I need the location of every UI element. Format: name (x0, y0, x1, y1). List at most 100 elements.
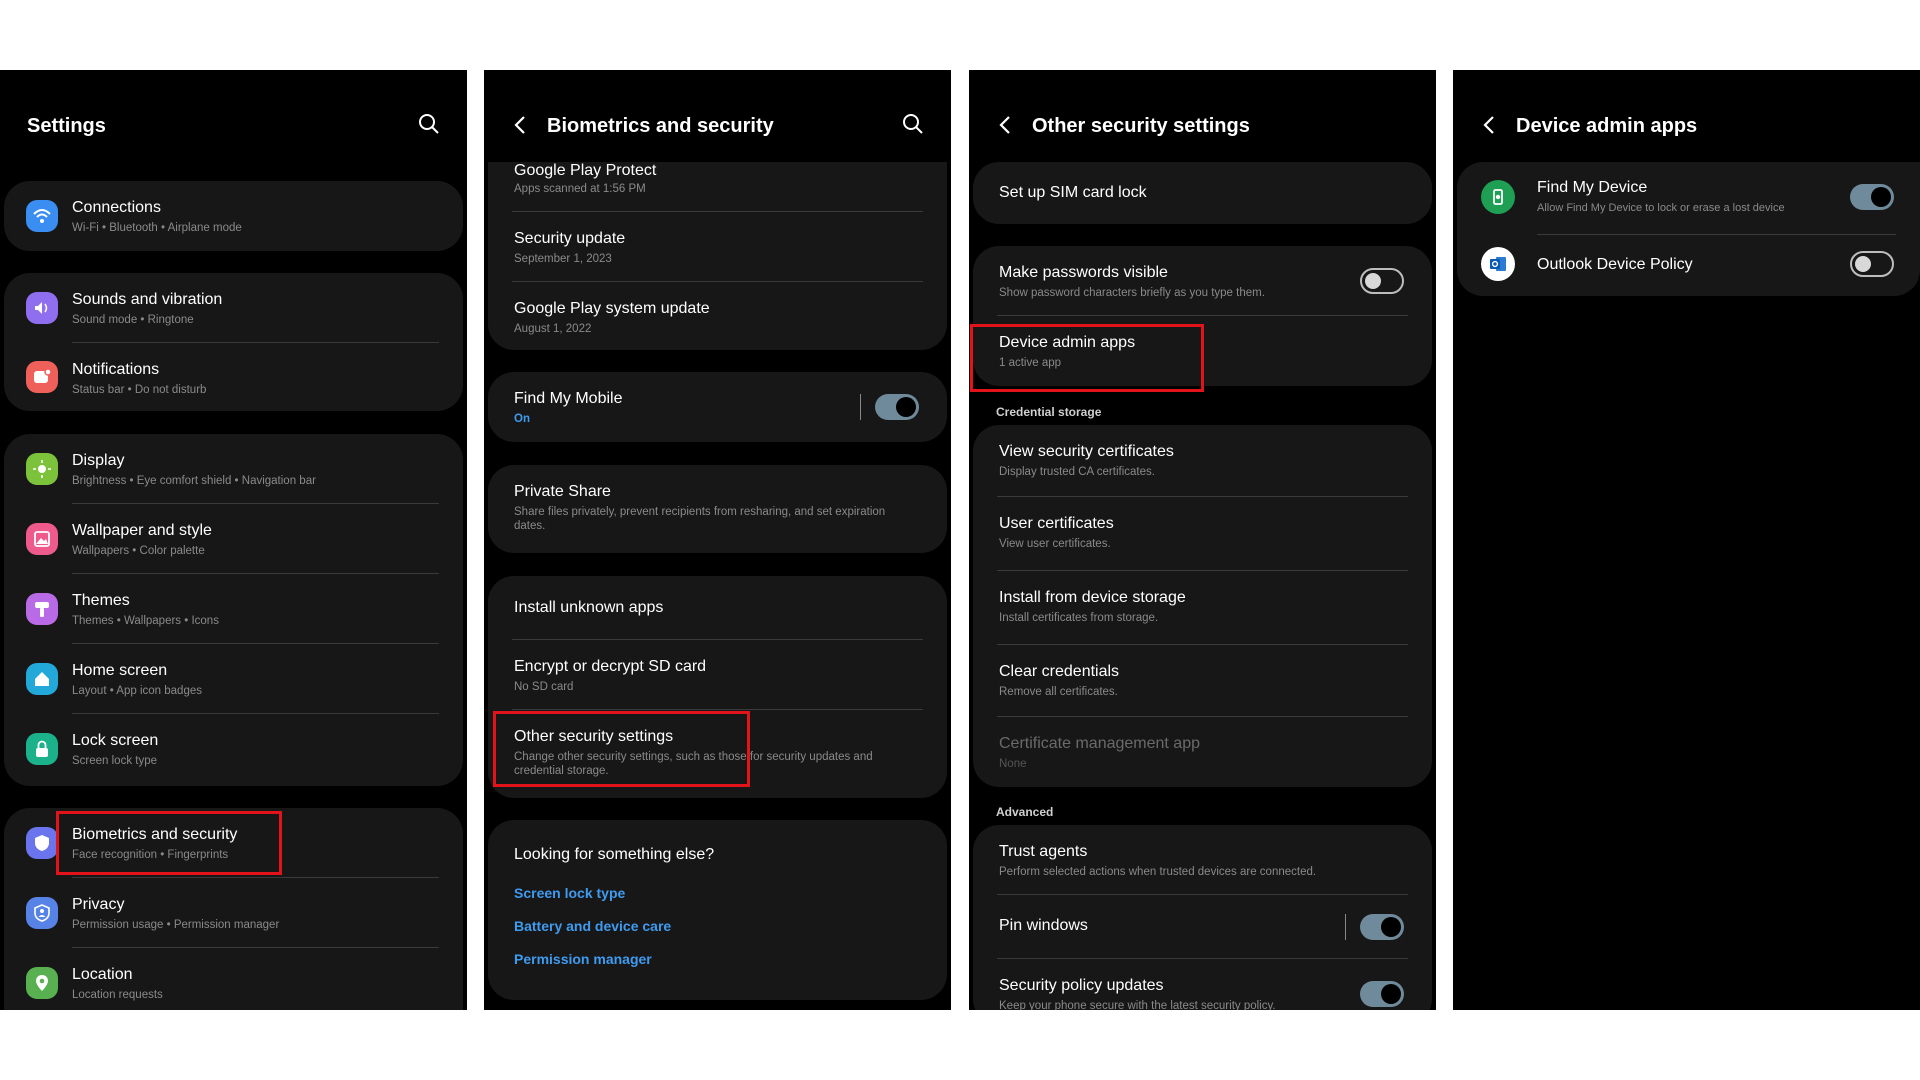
link-screen-lock-type[interactable]: Screen lock type (514, 885, 625, 901)
item-title: Pin windows (999, 917, 1088, 934)
card-credentials: View security certificates Display trust… (973, 425, 1432, 787)
search-icon[interactable] (417, 112, 441, 136)
settings-item-notifications[interactable]: Notifications Status bar • Do not distur… (4, 343, 463, 411)
toggle-knob (1365, 273, 1381, 289)
item-title: Google Play system update (514, 300, 710, 317)
item-title: Trust agents (999, 843, 1088, 860)
settings-item-home-screen[interactable]: Home screen Layout • App icon badges (4, 644, 463, 714)
item-view-security-certificates[interactable]: View security certificates Display trust… (973, 425, 1432, 497)
section-credential-storage: Credential storage (996, 405, 1102, 419)
link-permission-manager[interactable]: Permission manager (514, 951, 652, 967)
wallpaper-icon (26, 523, 58, 555)
item-title: Lock screen (72, 732, 159, 749)
item-title: Security update (514, 230, 626, 247)
security-policy-updates-toggle[interactable] (1360, 981, 1404, 1007)
card-advanced: Trust agents Perform selected actions wh… (973, 825, 1432, 1010)
item-title: View security certificates (999, 443, 1174, 460)
item-title: Sounds and vibration (72, 291, 223, 308)
settings-panel: Settings Connections Wi-Fi • Bluetooth •… (0, 70, 467, 1010)
item-subtitle: Status bar • Do not disturb (72, 384, 207, 396)
item-title: Location (72, 966, 133, 983)
item-user-certificates[interactable]: User certificates View user certificates… (973, 497, 1432, 571)
settings-item-sounds[interactable]: Sounds and vibration Sound mode • Ringto… (4, 273, 463, 343)
item-sim-card-lock[interactable]: Set up SIM card lock (973, 162, 1432, 224)
item-google-play-system-update[interactable]: Google Play system update August 1, 2022 (488, 282, 947, 350)
biometrics-panel: Biometrics and security Google Play Prot… (484, 70, 951, 1010)
settings-item-connections[interactable]: Connections Wi-Fi • Bluetooth • Airplane… (4, 181, 463, 251)
find-my-device-toggle[interactable] (1850, 184, 1894, 210)
item-security-update[interactable]: Security update September 1, 2023 (488, 212, 947, 282)
item-find-my-mobile[interactable]: Find My Mobile On (488, 372, 947, 442)
item-title: Clear credentials (999, 663, 1120, 680)
search-icon[interactable] (901, 112, 925, 136)
item-subtitle: Share files privately, prevent recipient… (514, 506, 886, 532)
settings-header: Settings (0, 70, 467, 180)
settings-item-themes[interactable]: Themes Themes • Wallpapers • Icons (4, 574, 463, 644)
page-title: Settings (27, 115, 106, 137)
item-title: Home screen (72, 662, 168, 679)
item-clear-credentials[interactable]: Clear credentials Remove all certificate… (973, 645, 1432, 717)
separator (860, 394, 861, 420)
item-title: Set up SIM card lock (999, 184, 1147, 201)
item-install-unknown-apps[interactable]: Install unknown apps (488, 576, 947, 640)
shield-icon (26, 827, 58, 859)
item-google-play-protect[interactable]: Google Play Protect Apps scanned at 1:56… (488, 162, 947, 212)
item-subtitle: Sound mode • Ringtone (72, 314, 194, 326)
item-subtitle: Location requests (72, 989, 163, 1001)
item-certificate-management-app: Certificate management app None (973, 717, 1432, 787)
item-outlook-device-policy[interactable]: Outlook Device Policy (1457, 235, 1920, 296)
wifi-icon (26, 200, 58, 232)
back-icon[interactable] (1477, 112, 1503, 138)
item-security-policy-updates[interactable]: Security policy updates Keep your phone … (973, 959, 1432, 1010)
page-title: Biometrics and security (547, 115, 774, 137)
section-advanced: Advanced (996, 805, 1054, 819)
highlight-box-device-admin (970, 324, 1204, 392)
item-subtitle: Permission usage • Permission manager (72, 919, 280, 931)
brightness-icon (26, 453, 58, 485)
item-subtitle: View user certificates. (999, 538, 1111, 550)
toggle-knob (896, 397, 916, 417)
device-admin-panel: Device admin apps Find My Device Allow F… (1453, 70, 1920, 1010)
item-subtitle: Wallpapers • Color palette (72, 545, 205, 557)
item-private-share[interactable]: Private Share Share files privately, pre… (488, 465, 947, 553)
settings-item-lock-screen[interactable]: Lock screen Screen lock type (4, 714, 463, 786)
item-subtitle: None (999, 758, 1027, 770)
back-icon[interactable] (993, 112, 1019, 138)
outlook-device-policy-toggle[interactable] (1850, 251, 1894, 277)
page-title: Other security settings (1032, 115, 1250, 137)
theme-icon (26, 593, 58, 625)
card-looking: Looking for something else? Screen lock … (488, 820, 947, 1000)
separator (1345, 914, 1346, 940)
link-battery-device-care[interactable]: Battery and device care (514, 918, 671, 934)
card-device-admin: Find My Device Allow Find My Device to l… (1457, 162, 1920, 296)
item-trust-agents[interactable]: Trust agents Perform selected actions wh… (973, 825, 1432, 895)
back-icon[interactable] (508, 112, 534, 138)
find-my-device-icon (1481, 180, 1515, 214)
item-subtitle: Install certificates from storage. (999, 612, 1159, 624)
item-find-my-device[interactable]: Find My Device Allow Find My Device to l… (1457, 162, 1920, 235)
settings-item-wallpaper[interactable]: Wallpaper and style Wallpapers • Color p… (4, 504, 463, 574)
home-icon (26, 663, 58, 695)
card-connections: Connections Wi-Fi • Bluetooth • Airplane… (4, 181, 463, 251)
item-install-from-storage[interactable]: Install from device storage Install cert… (973, 571, 1432, 645)
item-subtitle: Layout • App icon badges (72, 685, 202, 697)
find-my-mobile-toggle[interactable] (875, 394, 919, 420)
item-title: Google Play Protect (514, 162, 657, 179)
make-passwords-visible-toggle[interactable] (1360, 268, 1404, 294)
card-display: Display Brightness • Eye comfort shield … (4, 434, 463, 786)
item-subtitle: August 1, 2022 (514, 323, 592, 335)
item-subtitle: Remove all certificates. (999, 686, 1118, 698)
item-pin-windows[interactable]: Pin windows (973, 895, 1432, 959)
settings-item-location[interactable]: Location Location requests (4, 948, 463, 1010)
item-title: Security policy updates (999, 977, 1164, 994)
settings-item-display[interactable]: Display Brightness • Eye comfort shield … (4, 434, 463, 504)
item-encrypt-sd-card[interactable]: Encrypt or decrypt SD card No SD card (488, 640, 947, 710)
toggle-knob (1855, 256, 1871, 272)
item-make-passwords-visible[interactable]: Make passwords visible Show password cha… (973, 246, 1432, 316)
outlook-icon (1481, 247, 1515, 281)
item-title: Privacy (72, 896, 125, 913)
pin-windows-toggle[interactable] (1360, 914, 1404, 940)
toggle-knob (1871, 187, 1891, 207)
settings-item-privacy[interactable]: Privacy Permission usage • Permission ma… (4, 878, 463, 948)
item-title: Wallpaper and style (72, 522, 212, 539)
